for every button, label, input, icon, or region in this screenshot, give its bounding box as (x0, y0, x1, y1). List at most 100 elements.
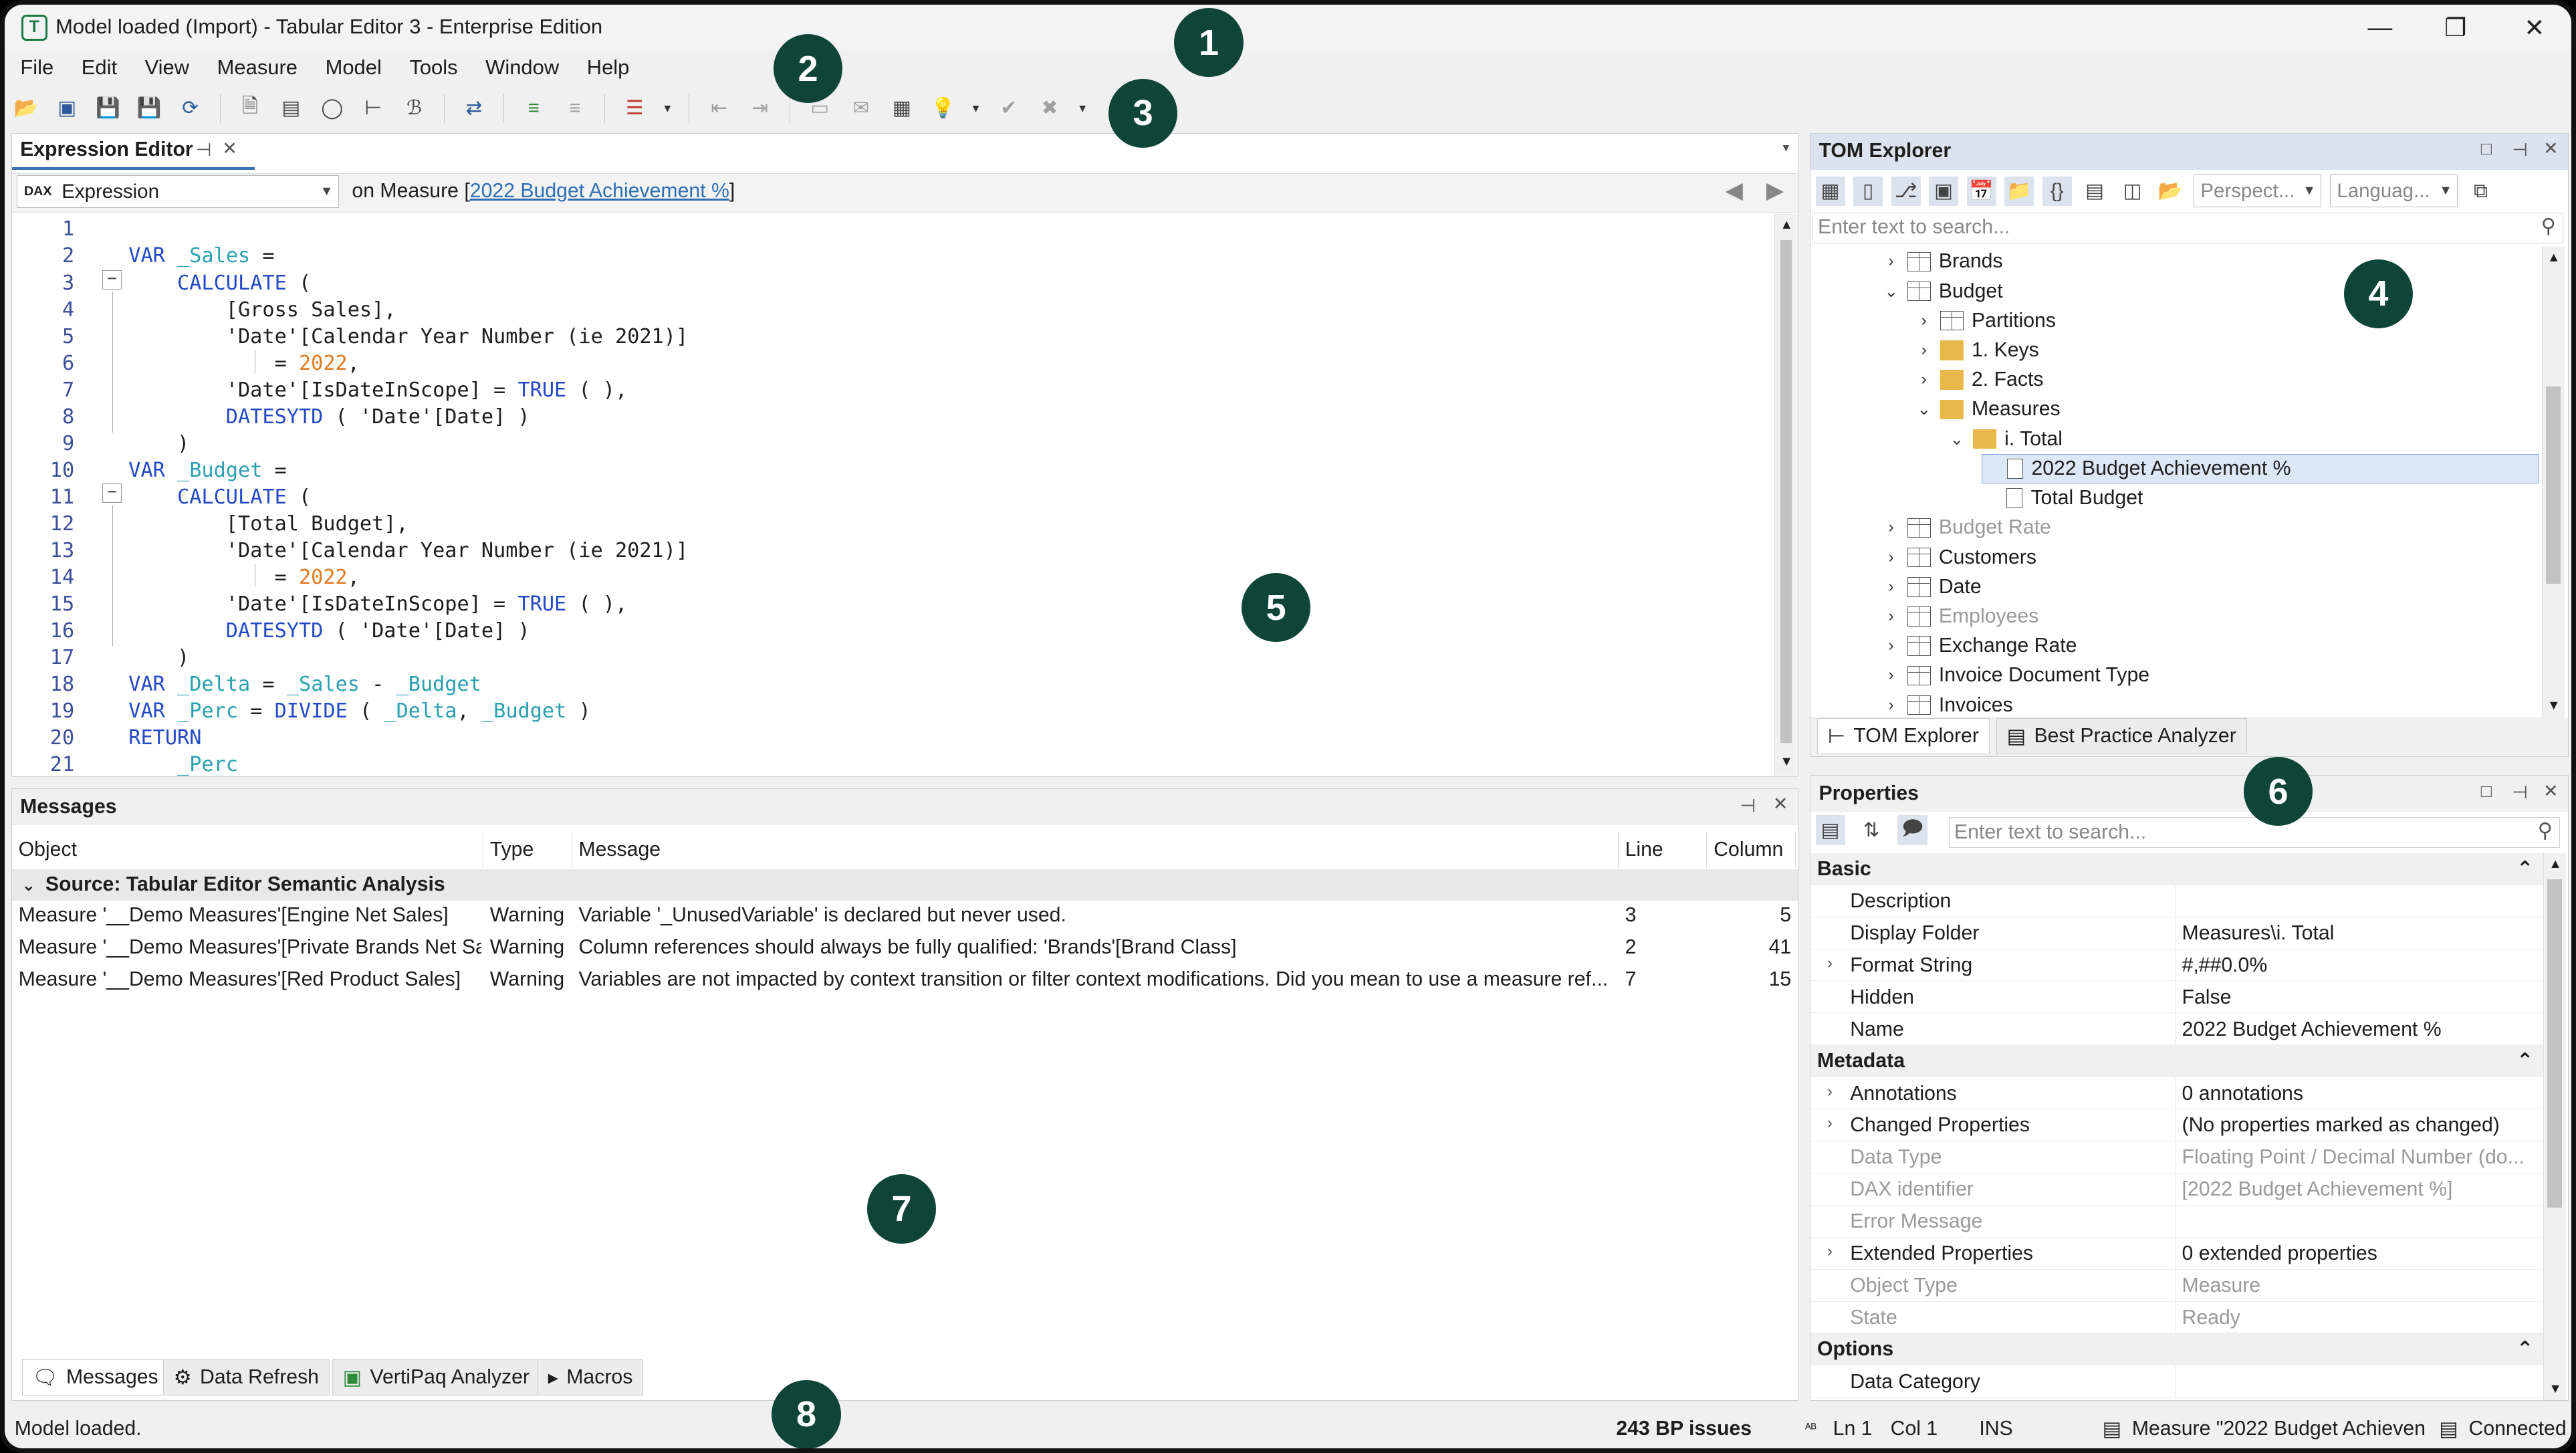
scroll-thumb[interactable] (2547, 879, 2563, 1208)
unformat-icon[interactable]: ≡ (560, 94, 590, 123)
forward-icon[interactable]: ▶ (1766, 177, 1784, 204)
property-category[interactable]: Metadata ⌃ (1810, 1045, 2544, 1078)
scroll-thumb[interactable] (1780, 240, 1792, 744)
message-group-row[interactable]: ⌄ Source: Tabular Editor Semantic Analysi… (11, 869, 1798, 901)
expression-filter-icon[interactable]: {} (2042, 176, 2072, 206)
collapse-icon[interactable]: ⌃ (2516, 853, 2533, 885)
tab-macros[interactable]: ▸ Macros (538, 1359, 644, 1396)
scroll-up-icon[interactable]: ▲ (1780, 217, 1793, 233)
display-folder-icon[interactable]: 📂 (2155, 177, 2185, 206)
search-icon[interactable]: ⚲ (2538, 819, 2553, 843)
tree-scrollbar[interactable]: ▲ ▼ (2541, 247, 2565, 717)
tab-best-practice-analyzer[interactable]: ▤ Best Practice Analyzer (1996, 718, 2247, 755)
property-value[interactable]: False (2182, 986, 2541, 1009)
chevron-right-icon[interactable]: › (1827, 1083, 1833, 1101)
check-icon[interactable]: ✔ (994, 94, 1024, 123)
property-row[interactable]: Error Message (1810, 1205, 2544, 1238)
collapse-icon[interactable]: ⌃ (2516, 1045, 2533, 1077)
indent-icon[interactable]: ⇤ (704, 94, 733, 123)
language-select[interactable]: Languag... ▼ (2329, 175, 2458, 208)
property-value[interactable]: Floating Point / Decimal Number (do... (2182, 1146, 2541, 1169)
property-row[interactable]: DAX identifier [2022 Budget Achievement %… (1810, 1173, 2544, 1206)
perspective-select[interactable]: Perspect... ▼ (2193, 175, 2322, 208)
property-category[interactable]: Basic ⌃ (1810, 853, 2544, 885)
expression-type-select[interactable]: DAX Expression ▼ (17, 175, 339, 209)
maximize-icon[interactable]: □ (2481, 138, 2492, 159)
uncomment-icon[interactable]: ✉ (846, 94, 876, 123)
minimize-button[interactable]: — (2347, 9, 2413, 45)
property-value[interactable]: Measures\i. Total (2182, 922, 2541, 945)
window-icon[interactable]: ⧉ (2466, 177, 2495, 206)
scroll-down-icon[interactable]: ▼ (1780, 754, 1793, 770)
menu-window[interactable]: Window (485, 51, 559, 84)
chevron-right-icon[interactable]: › (1883, 637, 1899, 655)
tree-item[interactable]: 2022 Budget Achievement % (1981, 453, 2539, 483)
property-row[interactable]: Name 2022 Budget Achievement % (1810, 1013, 2544, 1046)
property-row[interactable]: Description (1810, 885, 2544, 917)
outdent-icon[interactable]: ⇥ (745, 94, 775, 123)
chevron-right-icon[interactable]: › (1883, 666, 1899, 685)
save-all-icon[interactable]: 💾 (134, 94, 164, 123)
chevron-right-icon[interactable]: › (1827, 1114, 1833, 1133)
property-row[interactable]: Object Type Measure (1810, 1269, 2544, 1302)
table-row[interactable]: Measure '__Demo Measures'[Private Brands… (12, 933, 1798, 965)
tree-item[interactable]: ⌄ i. Total (1949, 425, 2063, 454)
tree-item[interactable]: › Customers (1883, 542, 2036, 572)
chevron-down-icon[interactable]: ⌄ (1949, 429, 1966, 449)
calendar-filter-icon[interactable]: 📅 (1966, 176, 1996, 206)
column-filter-icon[interactable]: ▯ (1853, 176, 1883, 206)
deploy-icon[interactable]: ▣ (52, 94, 82, 123)
format-icon[interactable]: ≡ (519, 94, 548, 123)
bp-issues-count[interactable]: 243 BP issues (1616, 1418, 1752, 1440)
back-icon[interactable]: ◀ (1725, 177, 1742, 204)
scroll-up-icon[interactable]: ▲ (2547, 250, 2560, 265)
menu-edit[interactable]: Edit (82, 51, 117, 84)
chevron-down-icon[interactable]: ⌄ (22, 877, 36, 895)
window-icon[interactable]: ▦ (887, 94, 917, 123)
menu-help[interactable]: Help (587, 51, 630, 84)
restore-button[interactable]: ❐ (2423, 9, 2488, 45)
scroll-thumb[interactable] (2545, 386, 2561, 584)
property-pages-icon[interactable]: 🗩 (1897, 815, 1927, 845)
cancel-icon[interactable]: ✖ (1035, 94, 1064, 123)
diagram-icon[interactable]: ⊢ (358, 94, 388, 123)
chevron-right-icon[interactable]: › (1883, 607, 1899, 626)
expression-editor-tab[interactable]: Expression Editor ⊣ ✕ (11, 133, 255, 170)
properties-search-input[interactable]: Enter text to search... ⚲ (1948, 816, 2560, 849)
tab-vertipaq-analyzer[interactable]: ▣ VertiPaq Analyzer (332, 1359, 540, 1396)
chevron-down-icon[interactable]: ⌄ (1883, 282, 1899, 302)
properties-scrollbar[interactable]: ▲ ▼ (2543, 853, 2567, 1400)
dax-format-icon[interactable]: ☰ (620, 94, 649, 123)
fold-toggle[interactable]: − (102, 269, 122, 290)
close-tab-icon[interactable]: ✕ (222, 138, 237, 159)
column-header-line[interactable]: Line (1619, 831, 1708, 868)
tree-item[interactable]: › 1. Keys (1915, 336, 2039, 365)
measure-filter-icon[interactable]: ▦ (1815, 176, 1845, 206)
property-value[interactable]: 0 extended properties (2182, 1242, 2541, 1265)
code-editor[interactable]: 1 2 3 4 5 6 7 8 9 10 11 12 13 14 15 16 17 18 19 20 21 − − VA… (11, 214, 1773, 776)
tree-item[interactable]: › Date (1883, 572, 1982, 602)
property-value[interactable]: [2022 Budget Achievement %] (2182, 1178, 2541, 1201)
chevron-down-icon[interactable]: ▾ (969, 94, 983, 123)
chevron-right-icon[interactable]: › (1827, 954, 1833, 973)
columns-icon[interactable]: ◫ (2118, 177, 2147, 206)
pin-icon[interactable]: ⊣ (2512, 140, 2528, 160)
table-row[interactable]: Measure '__Demo Measures'[Red Product Sa… (12, 965, 1798, 997)
script-icon[interactable]: ℬ (399, 94, 429, 123)
pivot-icon[interactable]: ◯ (318, 94, 347, 123)
property-row[interactable]: › Format String #,##0.0% (1810, 949, 2544, 982)
chevron-right-icon[interactable]: › (1915, 341, 1932, 360)
categorized-icon[interactable]: ▤ (1815, 815, 1845, 845)
tree-item[interactable]: ⌄ Measures (1915, 395, 2060, 424)
menu-measure[interactable]: Measure (217, 51, 298, 84)
chevron-right-icon[interactable]: › (1883, 696, 1899, 715)
tree-item[interactable]: ⌄ Budget (1883, 276, 2002, 306)
scroll-down-icon[interactable]: ▼ (2549, 1381, 2561, 1397)
tree-item[interactable]: › Invoice Document Type (1883, 661, 2150, 690)
property-value[interactable]: Measure (2182, 1274, 2541, 1297)
tree-item[interactable]: › Exchange Rate (1883, 631, 2077, 661)
chevron-down-icon[interactable]: ▾ (1076, 94, 1089, 123)
scroll-up-icon[interactable]: ▲ (2549, 857, 2561, 872)
tree-item[interactable]: › Employees (1883, 602, 2039, 631)
chevron-right-icon[interactable]: › (1883, 518, 1899, 537)
